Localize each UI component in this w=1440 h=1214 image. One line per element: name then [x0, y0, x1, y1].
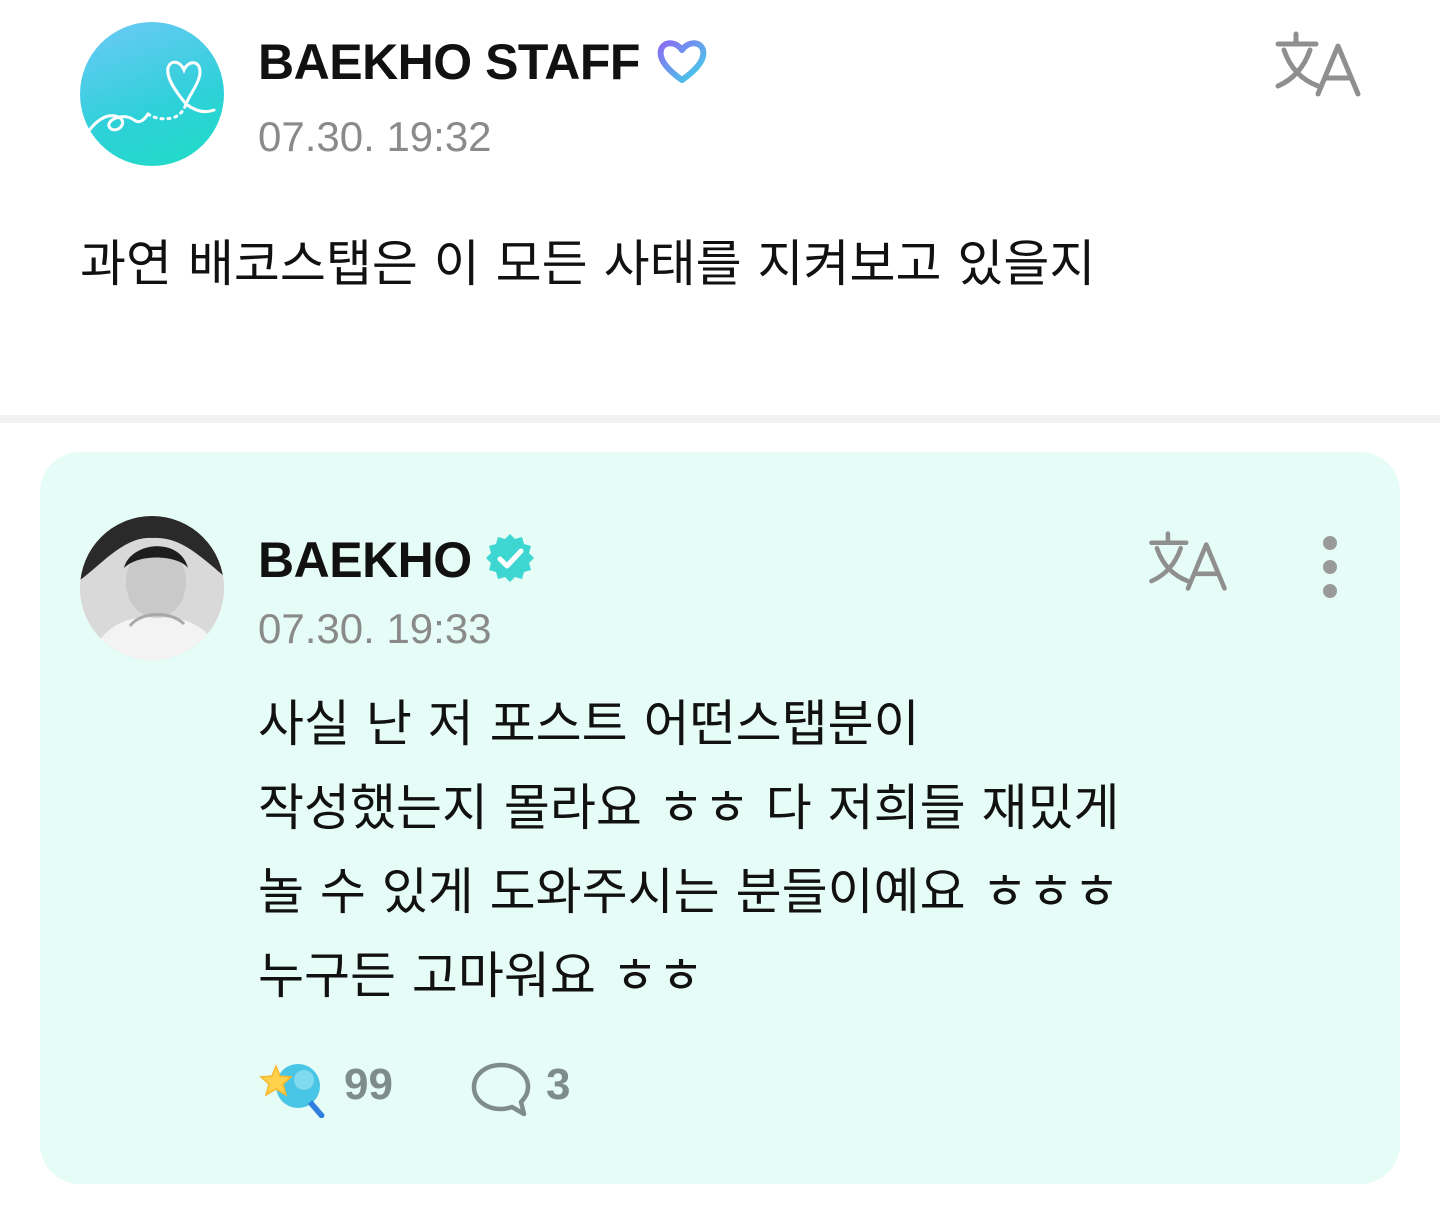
artist-avatar[interactable]	[80, 516, 224, 660]
portrait-photo	[80, 516, 224, 660]
heart-ribbon-logo-icon	[86, 60, 216, 134]
dot	[1323, 560, 1337, 574]
post-body: 과연 배코스탭은 이 모든 사태를 지켜보고 있을지	[80, 235, 1096, 293]
verified-check-icon	[486, 534, 534, 582]
dot	[1323, 584, 1337, 598]
reply-line: 놀 수 있게 도와주시는 분들이예요 ㅎㅎㅎ	[258, 863, 1120, 921]
reply-author-name[interactable]: BAEKHO	[258, 531, 472, 589]
comment-bubble-icon[interactable]	[470, 1060, 532, 1118]
reply-line: 누구든 고마워요 ㅎㅎ	[258, 947, 704, 1005]
reply-line: 사실 난 저 포스트 어떤스탭분이	[258, 695, 920, 753]
heart-badge-icon	[657, 40, 707, 83]
translate-icon[interactable]	[1272, 28, 1364, 100]
reply-timestamp: 07.30. 19:33	[258, 605, 492, 652]
artist-reply-card[interactable]: BAEKHO 07.30. 19:33 사실 난 저 포스트 어떤스탭분이 작성…	[40, 452, 1400, 1184]
like-count: 99	[344, 1060, 393, 1109]
translate-icon[interactable]	[1146, 528, 1230, 594]
section-divider	[0, 415, 1440, 423]
more-options-icon[interactable]	[1314, 534, 1346, 600]
staff-post: BAEKHO STAFF 07.30. 19:32 과연 배코스탭은 이 모든 …	[0, 0, 1440, 415]
post-timestamp: 07.30. 19:32	[258, 113, 492, 160]
comment-count[interactable]: 3	[546, 1060, 570, 1110]
sparkle-wand-icon	[259, 1063, 325, 1118]
post-author-name[interactable]: BAEKHO STAFF	[258, 33, 640, 91]
dot	[1323, 536, 1337, 550]
staff-avatar[interactable]	[80, 22, 224, 166]
reply-line: 작성했는지 몰라요 ㅎㅎ 다 저희들 재밌게	[258, 779, 1120, 837]
reply-body: 사실 난 저 포스트 어떤스탭분이 작성했는지 몰라요 ㅎㅎ 다 저희들 재밌게…	[258, 682, 1338, 1018]
